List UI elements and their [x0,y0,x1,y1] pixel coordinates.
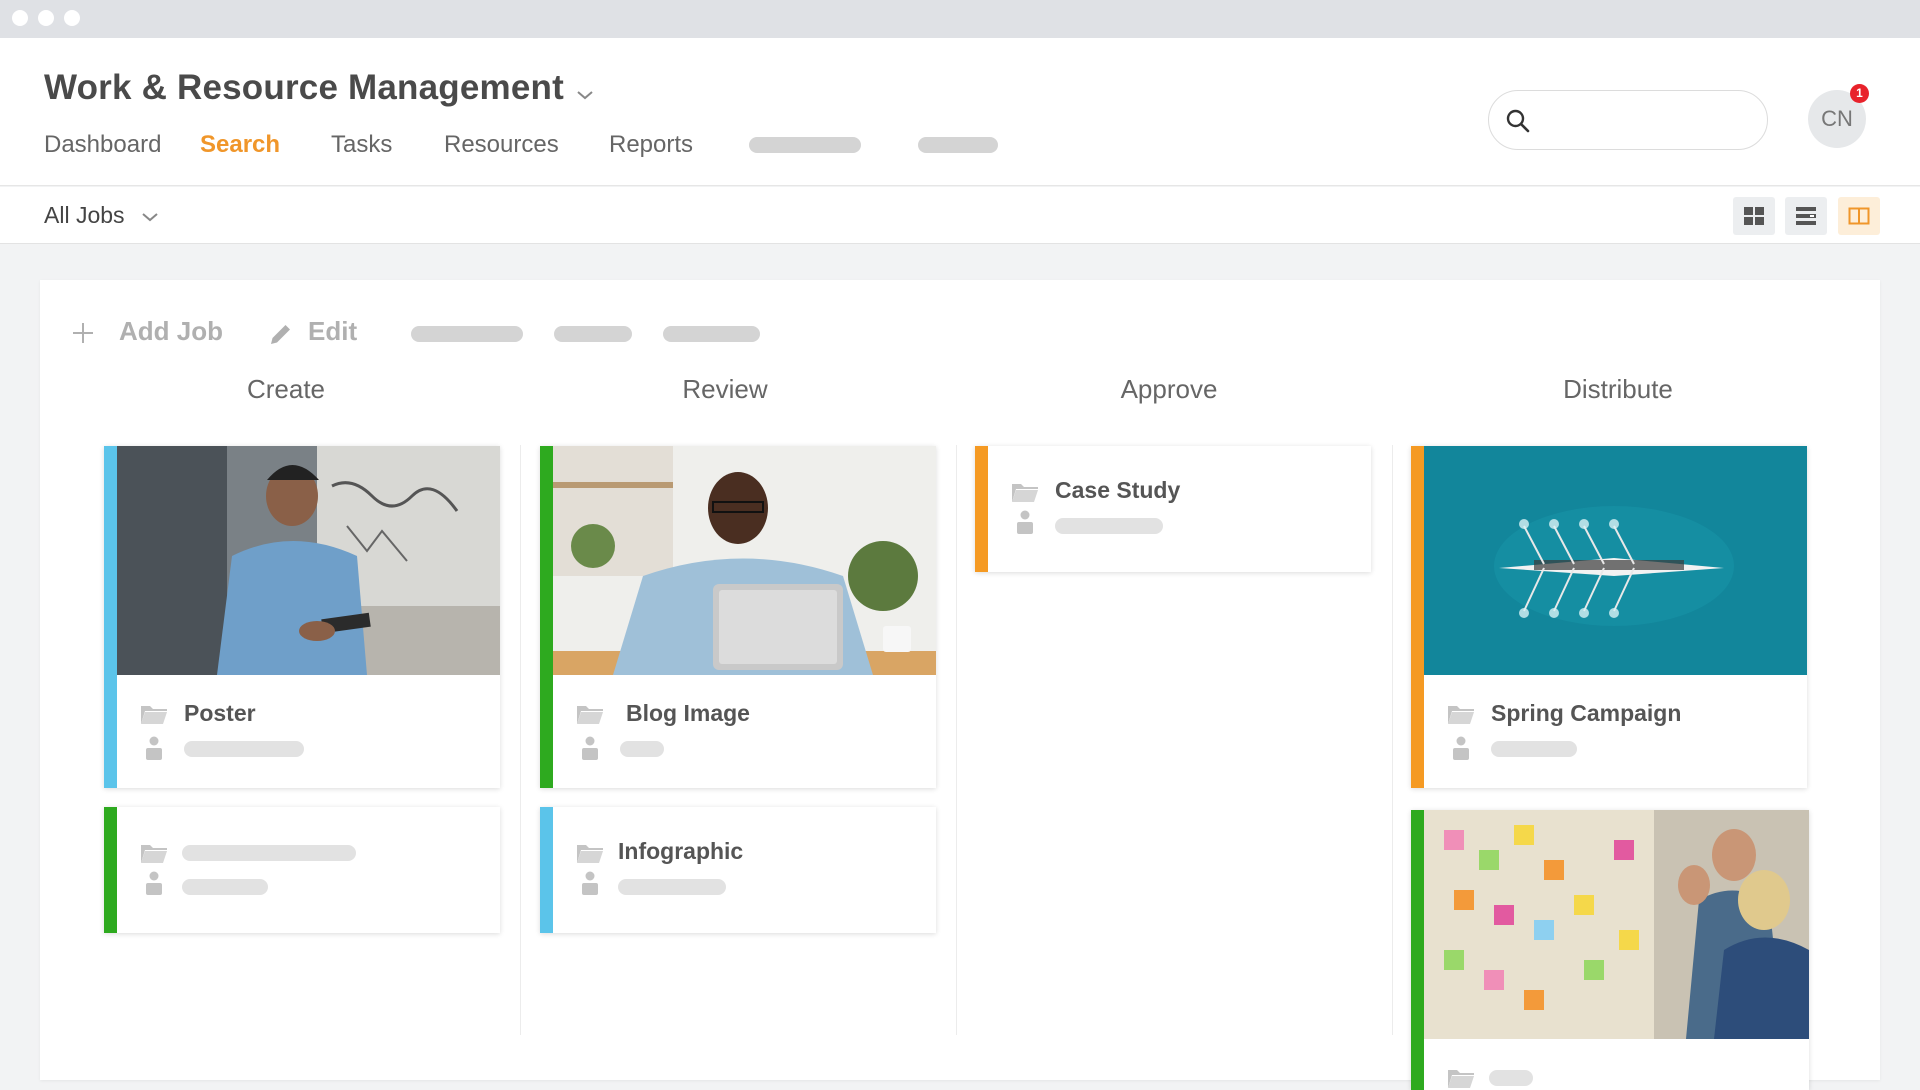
job-card[interactable] [1411,810,1809,1090]
window-minimize-dot[interactable] [38,10,54,26]
card-image-man-with-laptop [553,446,936,675]
edit-button[interactable]: Edit [308,316,357,347]
nav-item-dashboard[interactable]: Dashboard [44,131,161,159]
person-icon [1453,736,1469,760]
folder-icon [1011,481,1039,503]
card-image-man-with-tablet [117,446,500,675]
person-icon [146,736,162,760]
column-divider [520,445,521,1035]
filter-bar: All Jobs [0,187,1920,244]
person-icon [582,871,598,895]
assignee-placeholder [620,741,664,757]
card-title: Blog Image [626,700,750,727]
nav-item-placeholder[interactable] [918,137,998,153]
status-stripe [975,446,988,572]
nav-item-search[interactable]: Search [200,131,280,159]
folder-icon [576,703,604,725]
column-divider [1392,445,1393,1035]
nav-item-tasks[interactable]: Tasks [331,131,392,159]
grid-view-icon [1743,206,1765,226]
column-header-review: Review [525,374,925,405]
status-stripe [540,807,553,933]
search-input[interactable] [1545,103,1745,137]
pencil-icon[interactable] [268,321,294,347]
card-image-team-at-sticky-note-wall [1424,810,1809,1039]
job-card[interactable] [104,807,500,933]
list-view-button[interactable] [1785,197,1827,235]
filter-dropdown-label[interactable]: All Jobs [44,202,125,229]
card-title: Poster [184,700,256,727]
person-icon [146,871,162,895]
person-icon [582,736,598,760]
search-box [1488,90,1768,150]
column-header-approve: Approve [969,374,1369,405]
status-stripe [104,807,117,933]
title-placeholder [182,845,356,861]
folder-icon [1447,703,1475,725]
board-view-button[interactable] [1838,197,1880,235]
column-divider [956,445,957,1035]
chevron-down-icon[interactable] [574,84,596,106]
notification-badge: 1 [1850,84,1869,103]
kanban-board: Add Job Edit Create Review Approve Distr… [40,280,1880,1080]
folder-icon [1447,1067,1475,1089]
folder-icon [140,703,168,725]
assignee-placeholder [184,741,304,757]
title-placeholder [1489,1070,1533,1086]
folder-icon [140,842,168,864]
job-card-spring-campaign[interactable]: Spring Campaign [1411,446,1807,788]
window-titlebar [0,0,1920,38]
toolbar-placeholder[interactable] [411,326,523,342]
nav-item-resources[interactable]: Resources [444,131,559,159]
job-card-infographic[interactable]: Infographic [540,807,936,933]
column-header-create: Create [86,374,486,405]
chevron-down-icon[interactable] [140,207,160,227]
assignee-placeholder [1491,741,1577,757]
assignee-placeholder [182,879,268,895]
search-icon[interactable] [1505,108,1531,134]
job-card-case-study[interactable]: Case Study [975,446,1371,572]
assignee-placeholder [1055,518,1163,534]
status-stripe [1411,810,1424,1090]
add-job-button[interactable]: Add Job [119,316,223,347]
assignee-placeholder [618,879,726,895]
status-stripe [540,446,553,788]
card-title: Spring Campaign [1491,700,1681,727]
app-title: Work & Resource Management [44,68,564,108]
grid-view-button[interactable] [1733,197,1775,235]
toolbar-placeholder[interactable] [663,326,760,342]
job-card-blog-image[interactable]: Blog Image [540,446,936,788]
status-stripe [104,446,117,788]
board-view-icon [1848,206,1870,226]
toolbar-placeholder[interactable] [554,326,632,342]
column-header-distribute: Distribute [1418,374,1818,405]
list-view-icon [1795,206,1817,226]
window-maximize-dot[interactable] [64,10,80,26]
card-title: Case Study [1055,477,1180,504]
card-image-rowing-boat-aerial [1424,446,1807,675]
plus-icon[interactable] [72,322,94,344]
status-stripe [1411,446,1424,788]
nav-item-placeholder[interactable] [749,137,861,153]
folder-icon [576,842,604,864]
window-close-dot[interactable] [12,10,28,26]
app-header: Work & Resource Management Dashboard Sea… [0,38,1920,186]
nav-item-reports[interactable]: Reports [609,131,693,159]
person-icon [1017,510,1033,534]
card-title: Infographic [618,838,743,865]
job-card-poster[interactable]: Poster [104,446,500,788]
